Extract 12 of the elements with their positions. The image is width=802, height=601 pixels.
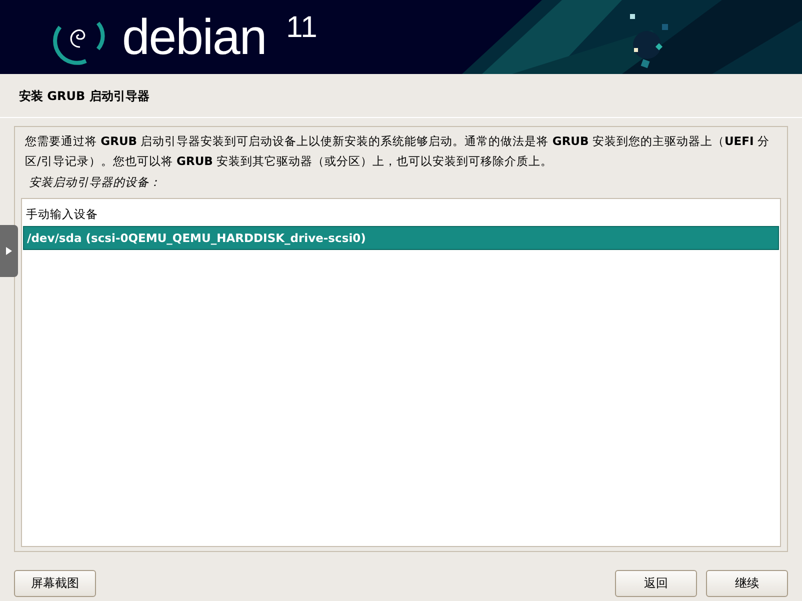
page-title: 安装 GRUB 启动引导器 bbox=[0, 74, 802, 118]
side-tab[interactable] bbox=[0, 225, 18, 277]
wordmark: debian bbox=[122, 12, 266, 62]
list-item[interactable]: 手动输入设备 bbox=[23, 203, 779, 226]
screenshot-button[interactable]: 屏幕截图 bbox=[14, 570, 96, 597]
description: 您需要通过将 GRUB 启动引导器安装到可启动设备上以使新安装的系统能够启动。通常的做法是将 GRUB 安装到您的主驱动器上（UEFI 分区/引导记录）。您也可以将 GRUB 安装到其它驱动器（或分区）上，也可以安装到可移除介质上。 bbox=[25, 133, 770, 170]
back-button[interactable]: 返回 bbox=[615, 570, 697, 597]
continue-button[interactable]: 继续 bbox=[706, 570, 788, 597]
triangle-icon bbox=[6, 247, 12, 255]
list-item[interactable]: /dev/sda (scsi-0QEMU_QEMU_HARDDISK_drive-scsi0) bbox=[23, 226, 779, 250]
prompt-label: 安装启动引导器的设备： bbox=[29, 175, 162, 190]
version-number: 11 bbox=[286, 11, 318, 45]
